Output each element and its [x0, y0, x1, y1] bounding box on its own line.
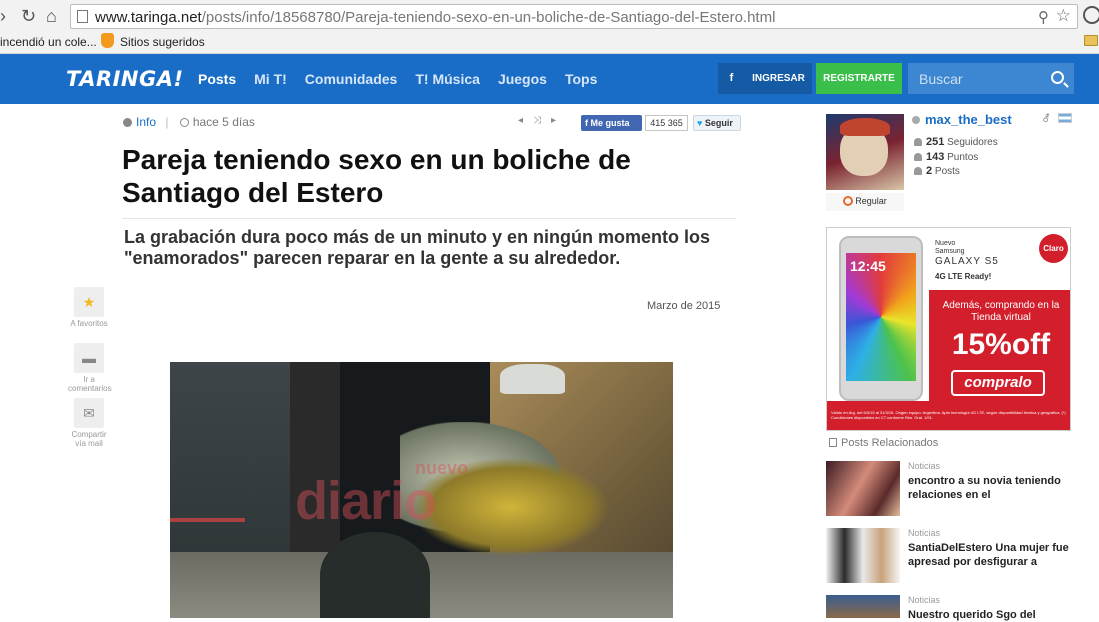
related-category: Noticias	[908, 461, 941, 471]
offline-status-icon	[912, 116, 920, 124]
post-subtitle: La grabación dura poco más de un minuto …	[124, 227, 711, 268]
nav-comunidades[interactable]: Comunidades	[305, 71, 398, 87]
register-button[interactable]: REGISTRARTE	[816, 63, 902, 94]
post-navigation: ◂⤨▸	[518, 115, 566, 126]
related-title[interactable]: encontro a su novia teniendo relaciones …	[908, 474, 1078, 502]
related-thumbnail[interactable]	[826, 461, 900, 516]
comment-icon: ▬	[82, 350, 96, 366]
user-rank: Regular	[826, 193, 904, 211]
points-icon	[914, 153, 922, 161]
followers-icon	[914, 138, 922, 146]
favorite-button[interactable]: ★ A favoritos	[70, 287, 108, 328]
phone-time: 12:45	[850, 258, 886, 274]
category-link[interactable]: Info	[136, 115, 156, 129]
nav-juegos[interactable]: Juegos	[498, 71, 547, 87]
site-header: TARINGA! Posts Mi T! Comunidades T! Músi…	[0, 54, 1099, 104]
related-title[interactable]: Nuestro querido Sgo del	[908, 608, 1078, 622]
twitter-icon: ♥	[697, 118, 703, 128]
like-count: 415 365	[645, 115, 688, 131]
video-watermark: diario	[295, 471, 437, 531]
ad-buy-button[interactable]: compralo	[951, 370, 1045, 396]
mail-icon: ✉	[83, 405, 95, 421]
nav-mi-t[interactable]: Mi T!	[254, 71, 287, 87]
next-post-icon[interactable]: ▸	[551, 115, 566, 126]
ad-offer-text: Además, comprando en la Tienda virtual	[942, 300, 1060, 323]
browser-chrome: › ↻ ⌂ www.taringa.net/posts/info/1856878…	[0, 0, 1099, 54]
clock-icon	[179, 118, 189, 127]
nav-musica[interactable]: T! Música	[415, 71, 480, 87]
related-category: Noticias	[908, 595, 941, 605]
ad-network: 4G LTE Ready!	[935, 272, 992, 281]
phone-image: 12:45	[839, 236, 923, 401]
prev-post-icon[interactable]: ◂	[518, 115, 533, 126]
site-logo[interactable]: TARINGA!	[66, 67, 184, 91]
back-icon[interactable]: ›	[0, 5, 6, 27]
comments-button[interactable]: ▬ Ir a comentarios	[68, 343, 112, 393]
related-category: Noticias	[908, 528, 941, 538]
zoom-icon[interactable]: ⚲	[1038, 8, 1049, 26]
address-bar[interactable]: www.taringa.net/posts/info/18568780/Pare…	[70, 4, 1078, 29]
search-input[interactable]: Buscar	[908, 63, 1074, 94]
random-post-icon[interactable]: ⤨	[533, 115, 551, 126]
login-button[interactable]: INGRESAR	[745, 63, 812, 94]
bookmarks-folder-icon[interactable]	[1084, 35, 1098, 46]
rank-icon	[843, 196, 854, 206]
page-icon	[77, 10, 88, 23]
followers-stat: 251 Seguidores	[914, 136, 998, 148]
ad-discount: 15%off	[951, 328, 1051, 361]
related-thumbnail[interactable]	[826, 595, 900, 618]
bookmark-star-icon[interactable]: ☆	[1056, 6, 1071, 26]
gender-icon: ⚦	[1042, 114, 1051, 125]
nav-tops[interactable]: Tops	[565, 71, 597, 87]
avatar[interactable]	[826, 114, 904, 190]
star-icon: ★	[82, 294, 96, 310]
main-nav: Posts Mi T! Comunidades T! Música Juegos…	[198, 71, 615, 87]
advertisement-banner[interactable]: 12:45 Nuevo Samsung GALAXY S5 4G LTE Read…	[826, 227, 1071, 431]
nav-posts[interactable]: Posts	[198, 71, 236, 87]
brand-logo: Claro	[1039, 234, 1068, 263]
username-link[interactable]: max_the_best	[912, 112, 1012, 127]
country-flag-icon	[1058, 113, 1072, 123]
bookmark-item[interactable]: incendió un cole...	[0, 35, 97, 49]
facebook-login-button[interactable]: f	[718, 63, 745, 94]
related-icon	[829, 438, 837, 447]
search-placeholder: Buscar	[919, 71, 963, 87]
posts-stat: 2 Posts	[914, 165, 960, 177]
info-icon	[123, 118, 132, 127]
post-title: Pareja teniendo sexo en un boliche de Sa…	[122, 144, 631, 208]
reload-icon[interactable]: ↻	[21, 5, 36, 27]
share-mail-button[interactable]: ✉ Compartir vía mail	[71, 398, 107, 448]
divider	[122, 218, 736, 219]
suggested-sites-icon	[101, 33, 114, 48]
posts-icon	[914, 167, 922, 175]
ad-legal-text: Válido en Arg. del 6/3/15 al 31/3/15. Or…	[831, 410, 1066, 420]
related-thumbnail[interactable]	[826, 528, 900, 583]
ad-product: GALAXY S5	[935, 256, 999, 267]
bookmark-item[interactable]: Sitios sugeridos	[120, 35, 205, 49]
video-player[interactable]: nuevo diario	[170, 362, 673, 618]
facebook-like-button[interactable]: f Me gusta	[581, 115, 642, 131]
url-text[interactable]: www.taringa.net/posts/info/18568780/Pare…	[95, 9, 775, 26]
post-age: hace 5 días	[192, 115, 255, 129]
related-title[interactable]: SantiaDelEstero Una mujer fue apresad po…	[908, 541, 1078, 569]
search-icon[interactable]	[1051, 71, 1064, 84]
related-posts-heading: Posts Relacionados	[829, 437, 938, 449]
extension-icon[interactable]	[1083, 6, 1099, 24]
article-meta: Info | hace 5 días	[123, 115, 255, 129]
home-icon[interactable]: ⌂	[46, 5, 57, 27]
twitter-follow-button[interactable]: ♥ Seguir	[693, 115, 741, 131]
points-stat: 143 Puntos	[914, 151, 978, 163]
post-date: Marzo de 2015	[647, 300, 721, 312]
